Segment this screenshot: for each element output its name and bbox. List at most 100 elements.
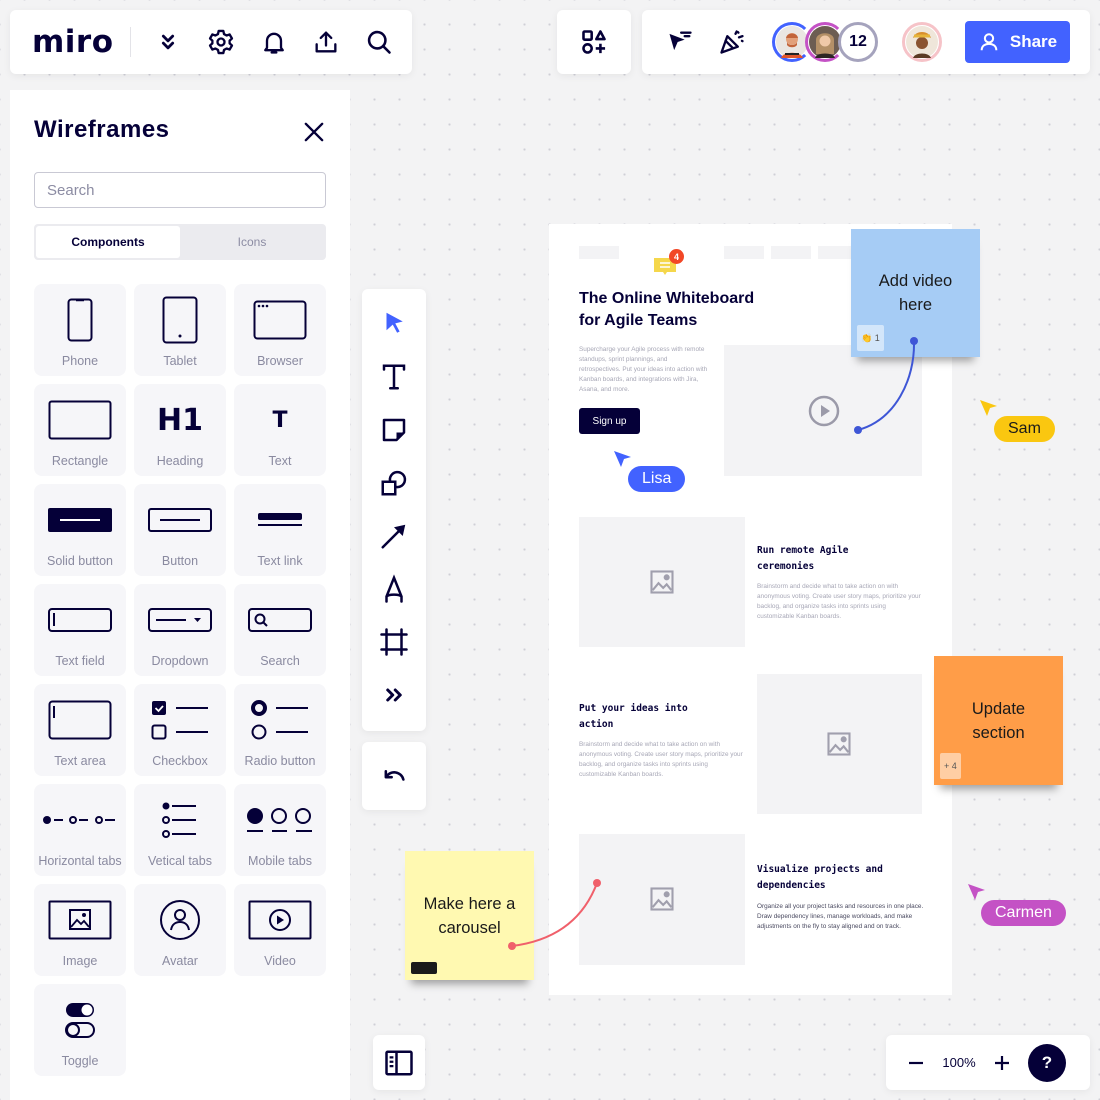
text-icon: [382, 364, 406, 390]
redacted-tag: [411, 962, 437, 974]
nav-logo-placeholder: [579, 246, 619, 259]
arrow-icon: [381, 524, 406, 549]
component-toggle[interactable]: Toggle: [34, 984, 126, 1076]
component-checkbox[interactable]: Checkbox: [134, 684, 226, 776]
more-tools-button[interactable]: [374, 675, 414, 715]
miro-logo[interactable]: miro: [32, 24, 114, 60]
celebrate-icon[interactable]: [712, 22, 752, 62]
component-image[interactable]: Image: [34, 884, 126, 976]
comment-count-badge: 4: [669, 249, 684, 264]
pen-tool-button[interactable]: [374, 569, 414, 609]
search-icon[interactable]: [359, 22, 399, 62]
undo-icon: [384, 770, 405, 781]
search-input[interactable]: [34, 172, 326, 208]
sticky-note[interactable]: Make here a carousel: [405, 851, 534, 980]
component-label: Tablet: [163, 354, 197, 368]
share-button[interactable]: Share: [965, 21, 1070, 63]
undo-button[interactable]: [362, 742, 426, 810]
upload-icon[interactable]: [307, 22, 347, 62]
component-search[interactable]: Search: [234, 584, 326, 676]
gear-icon[interactable]: [201, 22, 241, 62]
cursor-filter-icon[interactable]: [660, 22, 700, 62]
sticky-text: Update section: [971, 699, 1026, 742]
component-solid-button[interactable]: Solid button: [34, 484, 126, 576]
zoom-controls: 100% ?: [886, 1035, 1090, 1090]
panel-tabs: Components Icons: [34, 224, 326, 260]
zoom-in-button[interactable]: [988, 1049, 1016, 1077]
component-tablet[interactable]: Tablet: [134, 284, 226, 376]
component-label: Vetical tabs: [148, 854, 212, 868]
checkbox-icon: [151, 701, 208, 740]
text-tool-button[interactable]: [374, 357, 414, 397]
tab-icons[interactable]: Icons: [180, 226, 324, 258]
component-heading[interactable]: H1 Heading: [134, 384, 226, 476]
apps-button[interactable]: [557, 10, 631, 74]
sticky-note-tool-button[interactable]: [374, 410, 414, 450]
cursor-label-carmen: Carmen: [981, 900, 1066, 926]
component-video[interactable]: Video: [234, 884, 326, 976]
component-label: Button: [161, 554, 199, 568]
cursor-label-sam: Sam: [994, 416, 1055, 442]
sidebar-layout-icon: [385, 1050, 413, 1075]
component-dropdown[interactable]: Dropdown: [134, 584, 226, 676]
help-button[interactable]: ?: [1028, 1043, 1066, 1082]
reaction-badge[interactable]: 👏 1: [857, 325, 884, 351]
more-collaborators-count[interactable]: 12: [838, 22, 878, 62]
tab-components[interactable]: Components: [36, 226, 180, 258]
component-label: Search: [260, 654, 300, 668]
component-button[interactable]: Button: [134, 484, 226, 576]
chevrons-right-icon: [386, 688, 402, 702]
comment-marker[interactable]: 4: [653, 249, 684, 280]
video-placeholder: [724, 345, 922, 476]
component-label: Text area: [54, 754, 106, 768]
component-label: Avatar: [162, 954, 198, 968]
component-text-area[interactable]: Text area: [34, 684, 126, 776]
sticky-note-icon: [382, 418, 406, 442]
select-tool-button[interactable]: [374, 304, 414, 344]
component-text-field[interactable]: Text field: [34, 584, 126, 676]
image-placeholder: [757, 674, 922, 814]
component-text[interactable]: T Text: [234, 384, 326, 476]
section-description: Brainstorm and decide what to take actio…: [579, 741, 743, 778]
vertical-tabs-icon: [162, 802, 196, 838]
shapes-tool-button[interactable]: [374, 463, 414, 503]
component-label: Video: [264, 954, 296, 968]
hero-description: Supercharge your Agile process with remo…: [579, 346, 708, 393]
component-horizontal-tabs[interactable]: Horizontal tabs: [34, 784, 126, 876]
component-avatar[interactable]: Avatar: [134, 884, 226, 976]
sticky-note[interactable]: Update section + 4: [934, 656, 1063, 785]
zoom-level[interactable]: 100%: [930, 1055, 988, 1070]
component-label: Text: [268, 454, 292, 468]
avatar-photo: [809, 26, 841, 58]
component-radio-button[interactable]: Radio button: [234, 684, 326, 776]
creation-toolbar: [362, 289, 426, 731]
signup-button[interactable]: Sign up: [579, 408, 640, 434]
component-vertical-tabs[interactable]: Vetical tabs: [134, 784, 226, 876]
component-browser[interactable]: Browser: [234, 284, 326, 376]
reaction-badge[interactable]: + 4: [940, 753, 961, 779]
frame-icon: [380, 628, 408, 656]
component-label: Text field: [55, 654, 105, 668]
component-rectangle[interactable]: Rectangle: [34, 384, 126, 476]
sticky-note[interactable]: Add video here 👏 1: [851, 229, 980, 357]
component-label: Text link: [257, 554, 303, 568]
frame-tool-button[interactable]: [374, 622, 414, 662]
lisa-cursor-icon: [614, 451, 631, 467]
image-icon: [48, 900, 112, 940]
user-icon: [980, 33, 998, 51]
component-mobile-tabs[interactable]: Mobile tabs: [234, 784, 326, 876]
component-phone[interactable]: Phone: [34, 284, 126, 376]
component-text-link[interactable]: Text link: [234, 484, 326, 576]
radio-button-icon: [251, 700, 308, 740]
panel-toggle-button[interactable]: [373, 1035, 425, 1090]
zoom-out-button[interactable]: [902, 1049, 930, 1077]
sam-cursor-icon: [980, 400, 997, 416]
section-title: Run remote Agile ceremonies: [757, 545, 849, 572]
phone-icon: [67, 298, 93, 342]
bell-icon[interactable]: [254, 22, 294, 62]
close-icon[interactable]: [300, 118, 328, 146]
component-label: Image: [62, 954, 98, 968]
chevrons-down-icon[interactable]: [149, 22, 189, 62]
current-user-avatar[interactable]: [902, 22, 942, 62]
arrow-tool-button[interactable]: [374, 516, 414, 556]
